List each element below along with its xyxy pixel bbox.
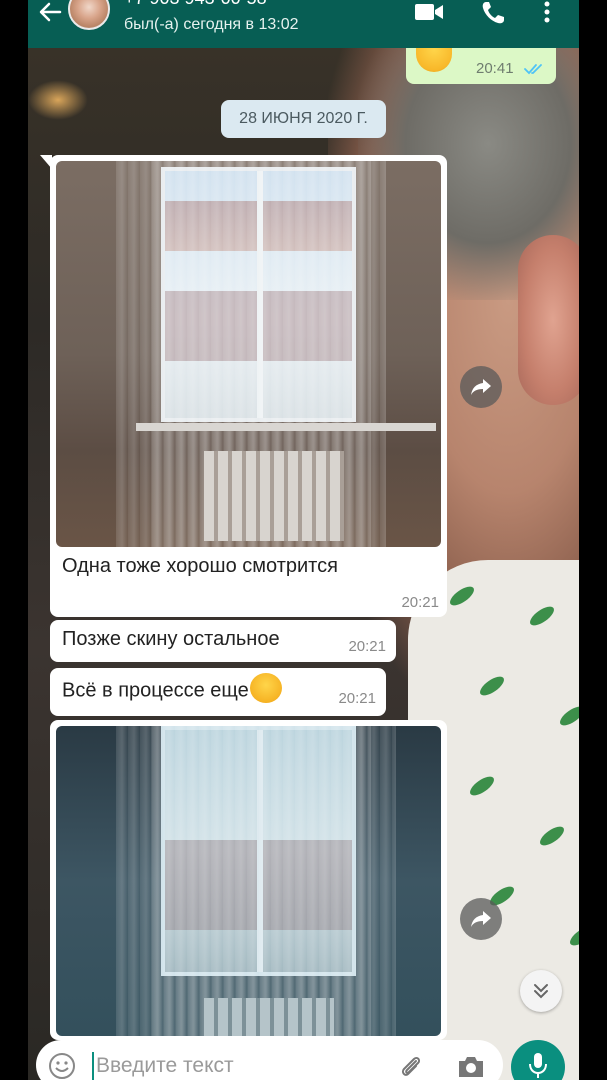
message-composer <box>36 1040 503 1080</box>
bubble-tail <box>40 155 52 169</box>
read-ticks-icon <box>524 64 542 75</box>
text-message[interactable]: Позже скину остальное 20:21 <box>50 620 396 662</box>
message-input[interactable] <box>96 1046 386 1080</box>
photo-radiator <box>204 998 334 1036</box>
more-options-icon[interactable] <box>542 0 552 24</box>
message-text: Всё в процессе еще <box>62 673 282 706</box>
hand-over-mouth-emoji-icon <box>249 673 282 703</box>
message-time: 20:21 <box>338 690 376 707</box>
contact-avatar[interactable] <box>68 0 110 30</box>
message-time: 20:41 <box>476 60 514 77</box>
microphone-icon <box>529 1053 547 1078</box>
phone-icon[interactable] <box>480 0 508 26</box>
text-message[interactable]: Всё в процессе еще 20:21 <box>50 668 386 716</box>
paperclip-icon[interactable] <box>396 1052 426 1080</box>
photo-message[interactable]: Одна тоже хорошо смотрится 20:21 <box>40 155 447 617</box>
photo-caption: Одна тоже хорошо смотрится <box>62 555 338 577</box>
wallpaper-person-ear <box>518 235 579 405</box>
video-call-icon[interactable] <box>414 2 444 22</box>
text-caret <box>92 1052 94 1080</box>
emoji-icon[interactable] <box>48 1052 76 1080</box>
back-arrow-icon[interactable] <box>36 0 64 24</box>
forward-button[interactable] <box>460 898 502 940</box>
message-time: 20:21 <box>348 638 386 655</box>
double-chevron-down-icon <box>534 984 548 999</box>
wallpaper-lamp <box>28 80 88 120</box>
left-black-bar <box>0 0 28 1080</box>
contact-last-seen: был(-а) сегодня в 13:02 <box>124 16 299 33</box>
message-text: Позже скину остальное <box>62 628 280 650</box>
message-time: 20:21 <box>401 594 439 611</box>
scroll-to-bottom-button[interactable] <box>520 970 562 1012</box>
window-photo[interactable] <box>56 726 441 1036</box>
forward-arrow-icon <box>471 379 491 395</box>
window-photo[interactable] <box>56 161 441 547</box>
camera-icon[interactable] <box>456 1054 486 1080</box>
photo-message[interactable] <box>50 720 447 1040</box>
contact-name[interactable]: +7 903 943-00-58 <box>124 0 267 9</box>
date-divider: 28 ИЮНЯ 2020 Г. <box>221 100 386 138</box>
forward-button[interactable] <box>460 366 502 408</box>
chat-header: +7 903 943-00-58 был(-а) сегодня в 13:02 <box>28 0 579 48</box>
photo-radiator <box>204 451 344 541</box>
right-black-bar <box>579 0 607 1080</box>
forward-arrow-icon <box>471 911 491 927</box>
